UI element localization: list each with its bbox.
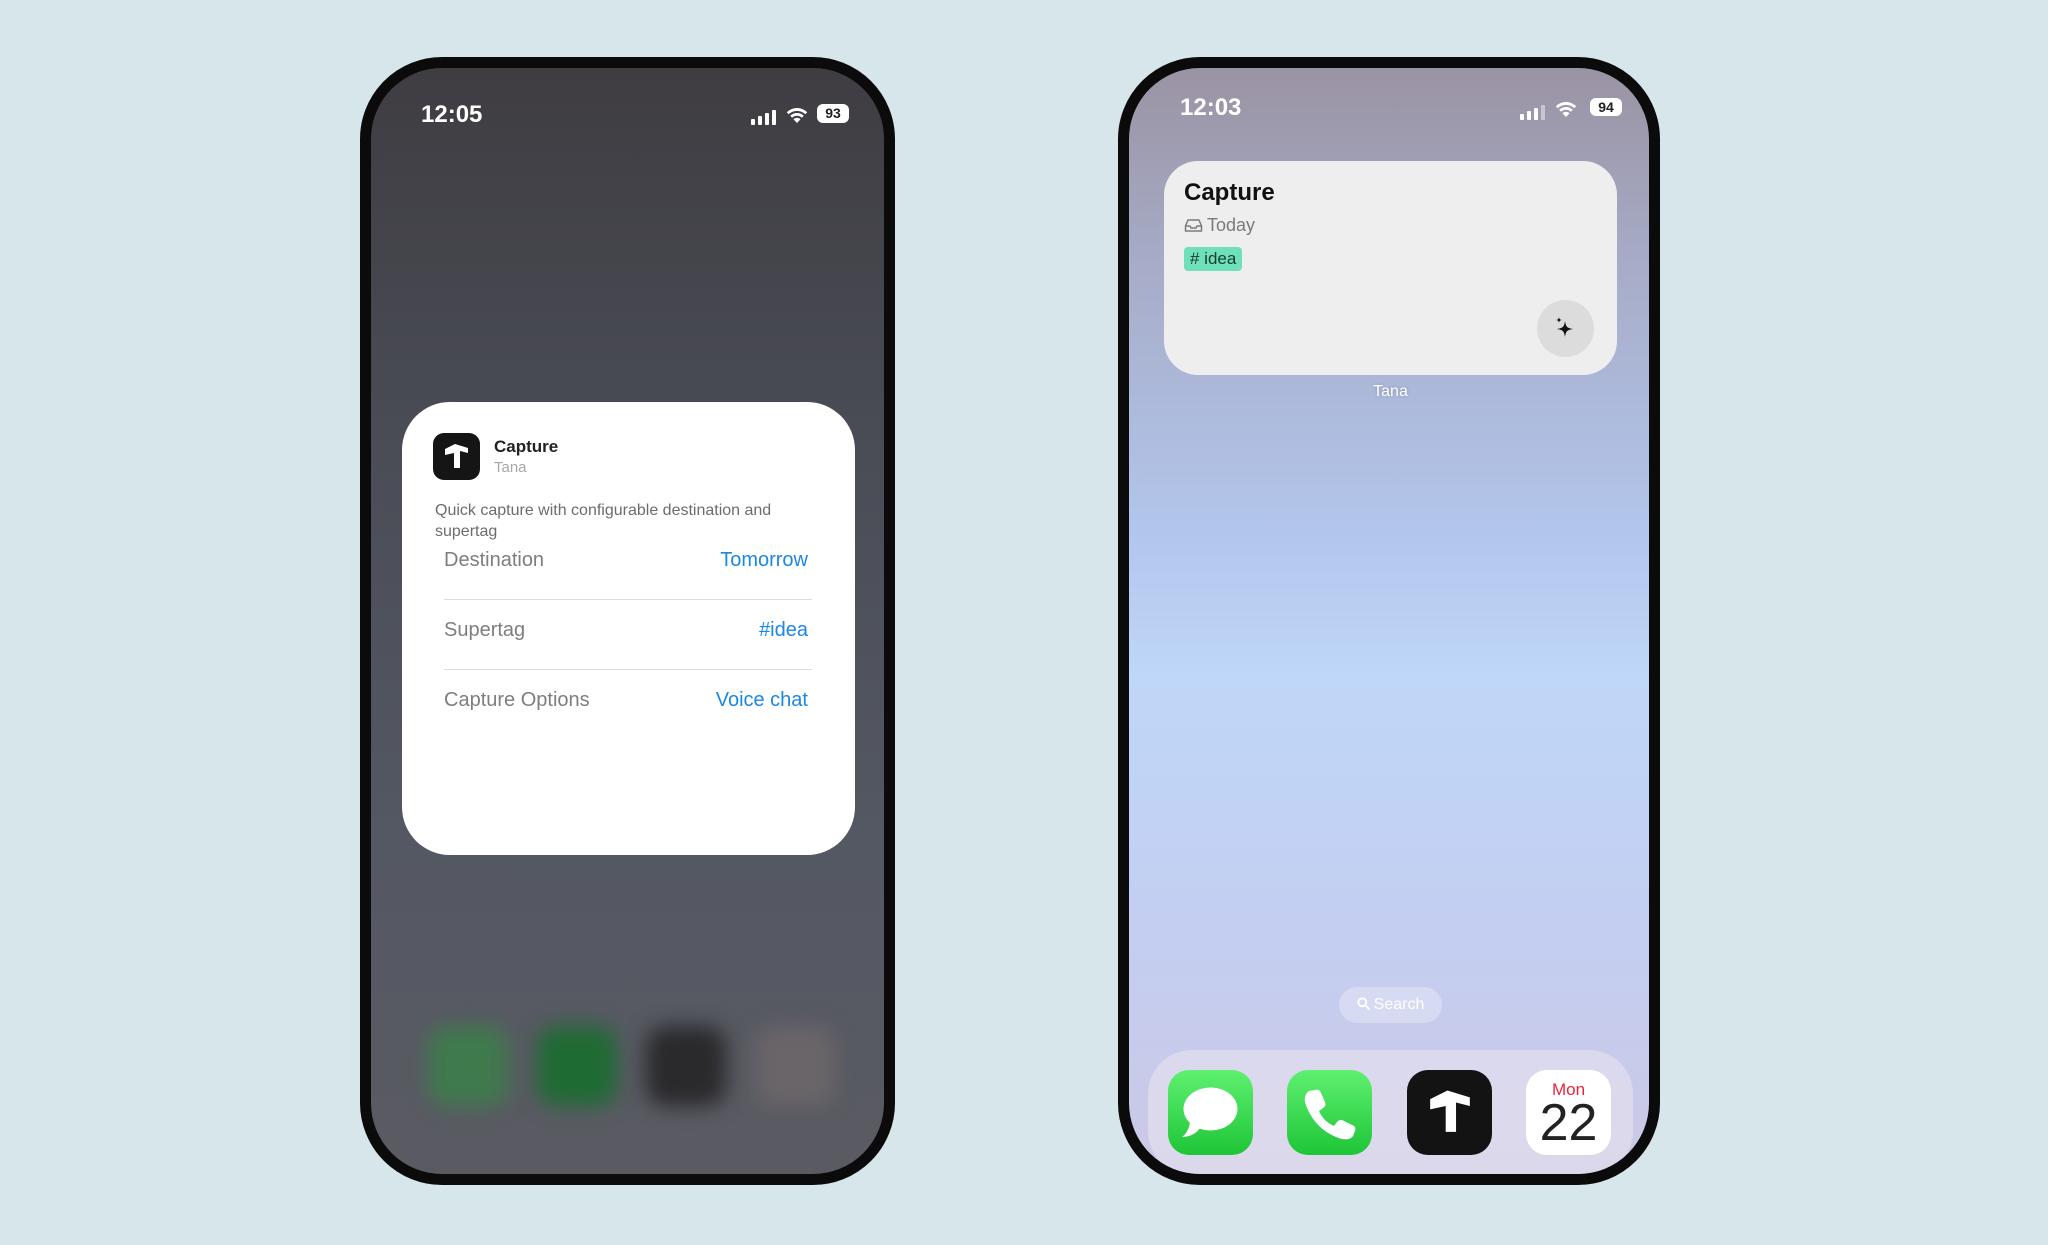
messages-app[interactable]	[1168, 1070, 1253, 1155]
right-phone: 12:03 94 Capture Today # idea Tana Searc…	[1118, 57, 1660, 1185]
sparkle-button[interactable]	[1537, 300, 1594, 357]
capture-options-value[interactable]: Voice chat	[716, 689, 808, 712]
status-bar: 12:05 93	[371, 68, 884, 128]
widget-title: Capture	[1184, 179, 1275, 206]
capture-widget[interactable]: Capture Today # idea	[1164, 161, 1617, 375]
cellular-signal-icon	[1520, 105, 1545, 120]
messages-icon	[1182, 1087, 1238, 1137]
supertag-label: Supertag	[444, 618, 526, 641]
wifi-icon	[786, 108, 808, 123]
left-phone: 12:05 93 Capture Tana Quick capture with…	[360, 57, 895, 1185]
tana-logo-icon	[1430, 1090, 1470, 1132]
supertag-row[interactable]: Supertag #idea	[444, 595, 808, 665]
config-title: Capture	[494, 437, 559, 456]
blurred-tana-icon	[646, 1026, 726, 1106]
widget-destination: Today	[1207, 215, 1256, 235]
blurred-messages-icon	[428, 1026, 508, 1106]
capture-options-label: Capture Options	[444, 688, 590, 711]
widget-app-label: Tana	[1373, 383, 1408, 400]
search-icon	[1357, 997, 1370, 1010]
sparkle-icon	[1556, 317, 1573, 337]
dock: Mon 22	[1148, 1050, 1633, 1174]
search-button[interactable]: Search	[1339, 987, 1442, 1023]
wifi-icon	[1555, 102, 1577, 117]
supertag-value[interactable]: #idea	[759, 619, 808, 642]
phone-icon	[1304, 1089, 1356, 1140]
battery-indicator: 93	[817, 104, 849, 123]
tana-app[interactable]	[1407, 1070, 1492, 1155]
battery-indicator: 94	[1590, 98, 1622, 116]
phone-app[interactable]	[1287, 1070, 1372, 1155]
tana-logo-icon	[433, 433, 480, 480]
destination-value[interactable]: Tomorrow	[720, 549, 808, 572]
blurred-calendar-icon	[755, 1026, 835, 1106]
status-bar: 12:03 94	[1129, 68, 1649, 121]
inbox-icon	[1184, 219, 1203, 232]
destination-label: Destination	[444, 548, 545, 571]
widget-config-card: Capture Tana Quick capture with configur…	[402, 402, 855, 855]
blurred-phone-icon	[537, 1026, 617, 1106]
calendar-app[interactable]: Mon 22	[1526, 1070, 1611, 1155]
calendar-date: 22	[1539, 1094, 1598, 1152]
search-label: Search	[1373, 996, 1425, 1013]
capture-options-row[interactable]: Capture Options Voice chat	[444, 665, 808, 735]
status-time: 12:03	[1180, 94, 1242, 121]
cellular-signal-icon	[751, 110, 776, 125]
config-app-name: Tana	[494, 459, 527, 476]
destination-row[interactable]: Destination Tomorrow	[444, 525, 808, 595]
status-time: 12:05	[421, 101, 483, 128]
widget-supertag-badge: # idea	[1184, 247, 1243, 271]
